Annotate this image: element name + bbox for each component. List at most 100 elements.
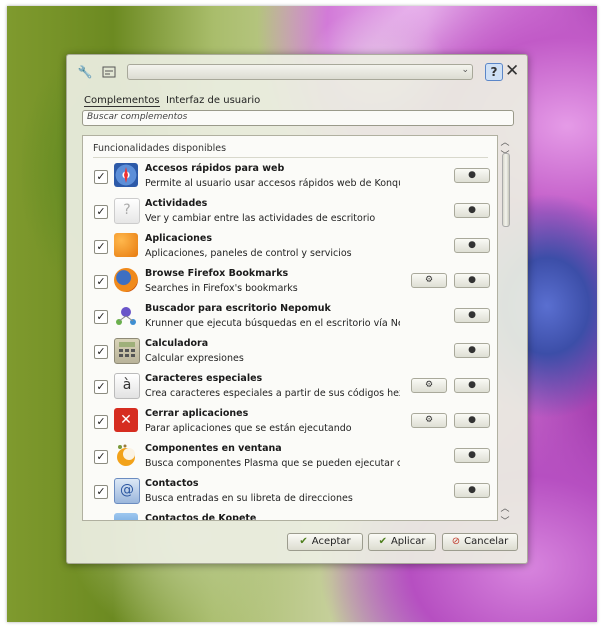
- plugin-name: Caracteres especiales: [145, 373, 263, 384]
- list-item: ✓ à Caracteres especiales Crea caractere…: [83, 370, 497, 405]
- configure-plugin-button[interactable]: ⚙: [411, 273, 447, 288]
- list-header: Funcionalidades disponibles: [93, 143, 489, 158]
- plugin-name: Buscador para escritorio Nepomuk: [145, 303, 331, 314]
- nepomuk-icon: [114, 303, 138, 327]
- plugin-checkbox[interactable]: ✓: [94, 205, 108, 219]
- configure-plugin-button[interactable]: ⚙: [411, 378, 447, 393]
- info-icon: ●: [468, 380, 476, 390]
- tab-interfaz-usuario[interactable]: Interfaz de usuario: [166, 95, 260, 106]
- configure-plugin-button[interactable]: ⚙: [411, 413, 447, 428]
- search-input[interactable]: Buscar complementos: [82, 110, 514, 126]
- plugin-checkbox[interactable]: ✓: [94, 485, 108, 499]
- plugin-checkbox[interactable]: ✓: [94, 520, 108, 521]
- plugin-name: Cerrar aplicaciones: [145, 408, 249, 419]
- list-item: ✓ Browse Firefox Bookmarks Searches in F…: [83, 265, 497, 300]
- search-placeholder: Buscar complementos: [87, 112, 188, 122]
- list-item: ✓ Accesos rápidos para web Permite al us…: [83, 160, 497, 195]
- contacts-icon: @: [114, 478, 140, 504]
- info-icon: ●: [468, 170, 476, 180]
- plugin-checkbox[interactable]: ✓: [94, 170, 108, 184]
- plugin-description: Crea caracteres especiales a partir de s…: [145, 388, 400, 399]
- cancel-button-label: Cancelar: [464, 536, 509, 547]
- list-item: ✓ Contactos de Kopete: [83, 510, 497, 521]
- list-item: ✓ ? Actividades Ver y cambiar entre las …: [83, 195, 497, 230]
- applications-icon: [114, 233, 138, 257]
- check-icon: ✔: [378, 536, 387, 547]
- firefox-icon: [114, 268, 138, 292]
- cancel-icon: ⊘: [451, 536, 461, 547]
- plugin-name: Calculadora: [145, 338, 209, 349]
- plugin-checkbox[interactable]: ✓: [94, 345, 108, 359]
- krunner-config-dialog: 🔧 ⌄ ? ✕ Complementos Interfaz de usuario…: [66, 54, 528, 564]
- chevron-up-icon[interactable]: ︿﹀: [499, 135, 511, 161]
- plugin-description: Parar aplicaciones que se están ejecutan…: [145, 423, 352, 434]
- about-plugin-button[interactable]: ●: [454, 483, 490, 498]
- check-icon: ✔: [299, 536, 308, 547]
- gear-icon: ⚙: [424, 275, 434, 285]
- plugin-name: Componentes en ventana: [145, 443, 282, 454]
- about-plugin-button[interactable]: ●: [454, 413, 490, 428]
- scrollbar-thumb[interactable]: [502, 153, 510, 227]
- list-item: ✓ Aplicaciones Aplicaciones, paneles de …: [83, 230, 497, 265]
- plasma-icon: [114, 443, 138, 467]
- kopete-icon: [114, 513, 138, 520]
- plugin-description: Busca entradas en su libreta de direccio…: [145, 493, 353, 504]
- about-plugin-button[interactable]: ●: [454, 168, 490, 183]
- apply-button[interactable]: ✔ Aplicar: [368, 533, 436, 551]
- list-item: ✓ Buscador para escritorio Nepomuk Krunn…: [83, 300, 497, 335]
- plugin-checkbox[interactable]: ✓: [94, 240, 108, 254]
- plugin-description: Permite al usuario usar accesos rápidos …: [145, 178, 400, 189]
- info-icon: ●: [468, 240, 476, 250]
- plugin-checkbox[interactable]: ✓: [94, 380, 108, 394]
- about-plugin-button[interactable]: ●: [454, 273, 490, 288]
- plugin-description: Calcular expresiones: [145, 353, 244, 364]
- special-chars-icon: à: [114, 373, 140, 399]
- cancel-button[interactable]: ⊘ Cancelar: [442, 533, 518, 551]
- gear-icon: ⚙: [424, 415, 434, 425]
- info-icon: ●: [468, 415, 476, 425]
- list-item: ✓ @ Contactos Busca entradas en su libre…: [83, 475, 497, 510]
- chevron-down-icon[interactable]: ︿ ﹀: [499, 501, 511, 527]
- accept-button-label: Aceptar: [311, 536, 351, 547]
- help-button[interactable]: ?: [485, 63, 503, 81]
- plugin-checkbox[interactable]: ✓: [94, 275, 108, 289]
- plugin-description: Krunner que ejecuta búsquedas en el escr…: [145, 318, 400, 329]
- about-plugin-button[interactable]: ●: [454, 238, 490, 253]
- info-icon: ●: [468, 205, 476, 215]
- plugin-description: Searches in Firefox's bookmarks: [145, 283, 298, 294]
- plugin-description: Busca componentes Plasma que se pueden e…: [145, 458, 400, 469]
- about-plugin-button[interactable]: ●: [454, 343, 490, 358]
- info-icon: ●: [468, 275, 476, 285]
- accept-button[interactable]: ✔ Aceptar: [287, 533, 363, 551]
- info-icon: ●: [468, 345, 476, 355]
- plugin-name: Browse Firefox Bookmarks: [145, 268, 289, 279]
- plugin-name: Contactos de Kopete: [145, 513, 257, 521]
- info-icon: ●: [468, 485, 476, 495]
- about-plugin-button[interactable]: ●: [454, 203, 490, 218]
- plugin-checkbox[interactable]: ✓: [94, 415, 108, 429]
- plugin-checkbox[interactable]: ✓: [94, 310, 108, 324]
- calculator-icon: [114, 338, 140, 364]
- tab-complementos[interactable]: Complementos: [84, 95, 160, 107]
- about-plugin-button[interactable]: ●: [454, 308, 490, 323]
- plugin-name: Contactos: [145, 478, 199, 489]
- wrench-icon[interactable]: 🔧: [77, 64, 93, 80]
- compass-icon: [114, 163, 138, 187]
- run-command-icon[interactable]: [101, 64, 117, 80]
- plugin-list: Funcionalidades disponibles ✓ Accesos rá…: [82, 135, 498, 521]
- chevron-down-icon[interactable]: ⌄: [461, 65, 469, 75]
- plugin-description: Aplicaciones, paneles de control y servi…: [145, 248, 352, 259]
- plugin-checkbox[interactable]: ✓: [94, 450, 108, 464]
- close-button[interactable]: ✕: [505, 61, 519, 81]
- command-combobox[interactable]: ⌄: [127, 64, 473, 80]
- gear-icon: ⚙: [424, 380, 434, 390]
- plugin-name: Actividades: [145, 198, 208, 209]
- about-plugin-button[interactable]: ●: [454, 378, 490, 393]
- info-icon: ●: [468, 450, 476, 460]
- about-plugin-button[interactable]: ●: [454, 448, 490, 463]
- apply-button-label: Aplicar: [390, 536, 426, 547]
- plugin-name: Accesos rápidos para web: [145, 163, 285, 174]
- dialog-toolbar: 🔧 ⌄ ? ✕: [77, 61, 521, 81]
- list-item: ✓ Calculadora Calcular expresiones ●: [83, 335, 497, 370]
- list-scrollbar[interactable]: ︿﹀ ︿﹀: [499, 135, 511, 527]
